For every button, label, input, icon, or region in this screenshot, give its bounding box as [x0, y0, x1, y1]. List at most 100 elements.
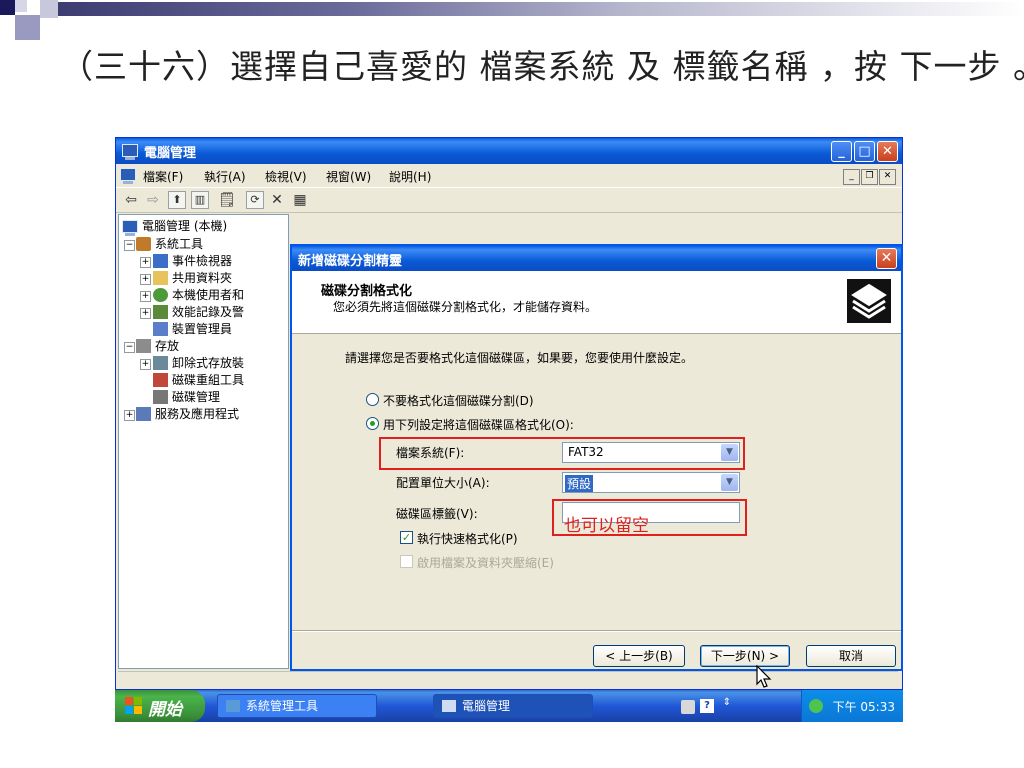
tree-item-device-manager[interactable]: 裝置管理員 — [172, 321, 232, 337]
close-button[interactable]: ✕ — [877, 141, 898, 162]
refresh-icon[interactable]: ⟳ — [246, 191, 264, 209]
tree-item-services-apps[interactable]: 服務及應用程式 — [155, 406, 239, 422]
menu-help[interactable]: 說明(H) — [389, 168, 431, 185]
menu-file[interactable]: 檔案(F) — [143, 168, 183, 185]
note-can-leave-blank: 也可以留空 — [564, 516, 649, 536]
task-computer-management-label: 電腦管理 — [462, 699, 511, 713]
start-label: 開始 — [148, 700, 182, 720]
radio-no-format-label[interactable]: 不要格式化這個磁碟分割(D) — [383, 392, 534, 409]
back-arrow-icon[interactable]: ⇦ — [122, 191, 140, 209]
mdi-close-button[interactable]: ✕ — [879, 169, 896, 185]
help-icon[interactable]: ? — [700, 699, 714, 713]
slide-deco-square-light — [40, 0, 58, 18]
keyboard-icon[interactable] — [681, 700, 695, 714]
properties-icon[interactable]: 🗒 — [218, 191, 236, 209]
menu-window[interactable]: 視窗(W) — [326, 168, 371, 185]
wizard-title-bar[interactable]: 新增磁碟分割精靈 ✕ — [292, 246, 901, 271]
tree-item-root[interactable]: 電腦管理 (本機) — [142, 218, 227, 234]
network-tools-icon[interactable] — [809, 699, 823, 713]
menu-action[interactable]: 執行(A) — [204, 168, 246, 185]
radio-format-label[interactable]: 用下列設定將這個磁碟區格式化(O): — [383, 416, 574, 433]
compression-checkbox — [400, 555, 413, 568]
shared-folder-icon — [153, 271, 168, 285]
tree-item-shared-folders[interactable]: 共用資料夾 — [172, 270, 232, 286]
delete-icon[interactable]: ✕ — [268, 191, 286, 209]
wizard-prompt: 請選擇您是否要格式化這個磁碟區，如果要，您要使用什麼設定。 — [345, 351, 694, 365]
menu-view[interactable]: 檢視(V) — [265, 168, 307, 185]
expand-icon[interactable]: + — [140, 291, 151, 302]
defrag-icon — [153, 373, 168, 387]
expand-icon[interactable]: + — [124, 410, 135, 421]
quick-format-label[interactable]: 執行快速格式化(P) — [417, 530, 518, 547]
next-button[interactable]: 下一步(N) > — [700, 645, 790, 667]
tools-icon — [136, 237, 151, 251]
forward-arrow-icon[interactable]: ⇨ — [144, 191, 162, 209]
menu-bar: 檔案(F) 執行(A) 檢視(V) 視窗(W) 說明(H) _ ❐ ✕ — [116, 164, 902, 186]
new-partition-wizard: 新增磁碟分割精靈 ✕ 磁碟分割格式化 您必須先將這個磁碟分割格式化，才能儲存資料… — [290, 244, 903, 671]
quick-format-checkbox[interactable]: ✓ — [400, 531, 413, 544]
back-button[interactable]: < 上一步(B) — [593, 645, 685, 667]
filesystem-label: 檔案系統(F): — [396, 446, 465, 460]
tree-item-perf-logs[interactable]: 效能記錄及警 — [172, 304, 244, 320]
toolbar: ⇦ ⇨ ⬆ ▥ 🗒 ⟳ ✕ ▦ — [116, 187, 902, 213]
tray-arrows-icon[interactable]: ⇕ — [720, 697, 734, 711]
wizard-divider — [292, 630, 901, 632]
tree-item-system-tools[interactable]: 系統工具 — [155, 236, 203, 252]
maximize-button[interactable]: □ — [854, 141, 875, 162]
show-hide-tree-icon[interactable]: ▥ — [191, 191, 209, 209]
allocation-size-value: 預設 — [565, 475, 594, 492]
wizard-header: 磁碟分割格式化 您必須先將這個磁碟分割格式化，才能儲存資料。 — [292, 271, 901, 334]
allocation-size-label: 配置單位大小(A): — [396, 476, 490, 490]
wizard-header-subtitle: 您必須先將這個磁碟分割格式化，才能儲存資料。 — [333, 300, 598, 314]
slide-deco-square-small — [15, 0, 27, 12]
window-title-bar[interactable]: 電腦管理 _ □ ✕ — [116, 138, 902, 164]
tree-item-local-users[interactable]: 本機使用者和 — [172, 287, 244, 303]
slide-deco-square-dark — [0, 0, 15, 15]
status-bar — [118, 671, 898, 689]
mdi-restore-button[interactable]: ❐ — [861, 169, 878, 185]
computer-icon — [122, 220, 138, 236]
tree-item-removable-storage[interactable]: 卸除式存放裝 — [172, 355, 244, 371]
collapse-icon[interactable]: − — [124, 240, 135, 251]
start-button[interactable]: 開始 — [115, 690, 205, 722]
window-title: 電腦管理 — [144, 146, 197, 161]
mdi-minimize-button[interactable]: _ — [843, 169, 860, 185]
computer-icon — [120, 168, 136, 184]
wizard-header-title: 磁碟分割格式化 — [321, 284, 413, 299]
task-admin-tools[interactable]: 系統管理工具 — [217, 694, 377, 718]
cancel-button[interactable]: 取消 — [806, 645, 896, 667]
chevron-down-icon[interactable]: ▼ — [721, 444, 738, 461]
help-icon[interactable]: ▦ — [291, 191, 309, 209]
chevron-down-icon[interactable]: ▼ — [721, 474, 738, 491]
users-icon — [153, 288, 168, 302]
slide-title: （三十六）選擇自己喜愛的 檔案系統 及 標籤名稱 ，按 下一步 。 — [60, 47, 1024, 86]
computer-icon — [122, 144, 138, 160]
tree-item-storage[interactable]: 存放 — [155, 338, 179, 354]
storage-icon — [136, 339, 151, 353]
tree-item-event-viewer[interactable]: 事件檢視器 — [172, 253, 232, 269]
compression-label: 啟用檔案及資料夾壓縮(E) — [417, 556, 554, 570]
mdi-controls: _ ❐ ✕ — [842, 167, 896, 185]
event-viewer-icon — [153, 254, 168, 268]
radio-format[interactable] — [366, 417, 379, 430]
radio-no-format[interactable] — [366, 393, 379, 406]
device-manager-icon — [153, 322, 168, 336]
allocation-size-select[interactable]: 預設 ▼ — [562, 472, 740, 493]
wizard-close-button[interactable]: ✕ — [876, 248, 897, 269]
removable-storage-icon — [153, 356, 168, 370]
expand-icon[interactable]: + — [140, 308, 151, 319]
collapse-icon[interactable]: − — [124, 342, 135, 353]
task-computer-management[interactable]: 電腦管理 — [433, 694, 593, 718]
slide-title-gradient-bar — [58, 2, 1024, 16]
expand-icon[interactable]: + — [140, 274, 151, 285]
filesystem-select[interactable]: FAT32 ▼ — [562, 442, 740, 463]
expand-icon[interactable]: + — [140, 257, 151, 268]
tree-item-disk-management[interactable]: 磁碟管理 — [172, 389, 220, 405]
minimize-button[interactable]: _ — [831, 141, 852, 162]
windows-flag-icon — [125, 697, 142, 714]
tree-item-defrag[interactable]: 磁碟重組工具 — [172, 372, 244, 388]
expand-icon[interactable]: + — [140, 359, 151, 370]
disk-stack-icon — [847, 279, 891, 323]
up-folder-icon[interactable]: ⬆ — [168, 191, 186, 209]
performance-icon — [153, 305, 168, 319]
